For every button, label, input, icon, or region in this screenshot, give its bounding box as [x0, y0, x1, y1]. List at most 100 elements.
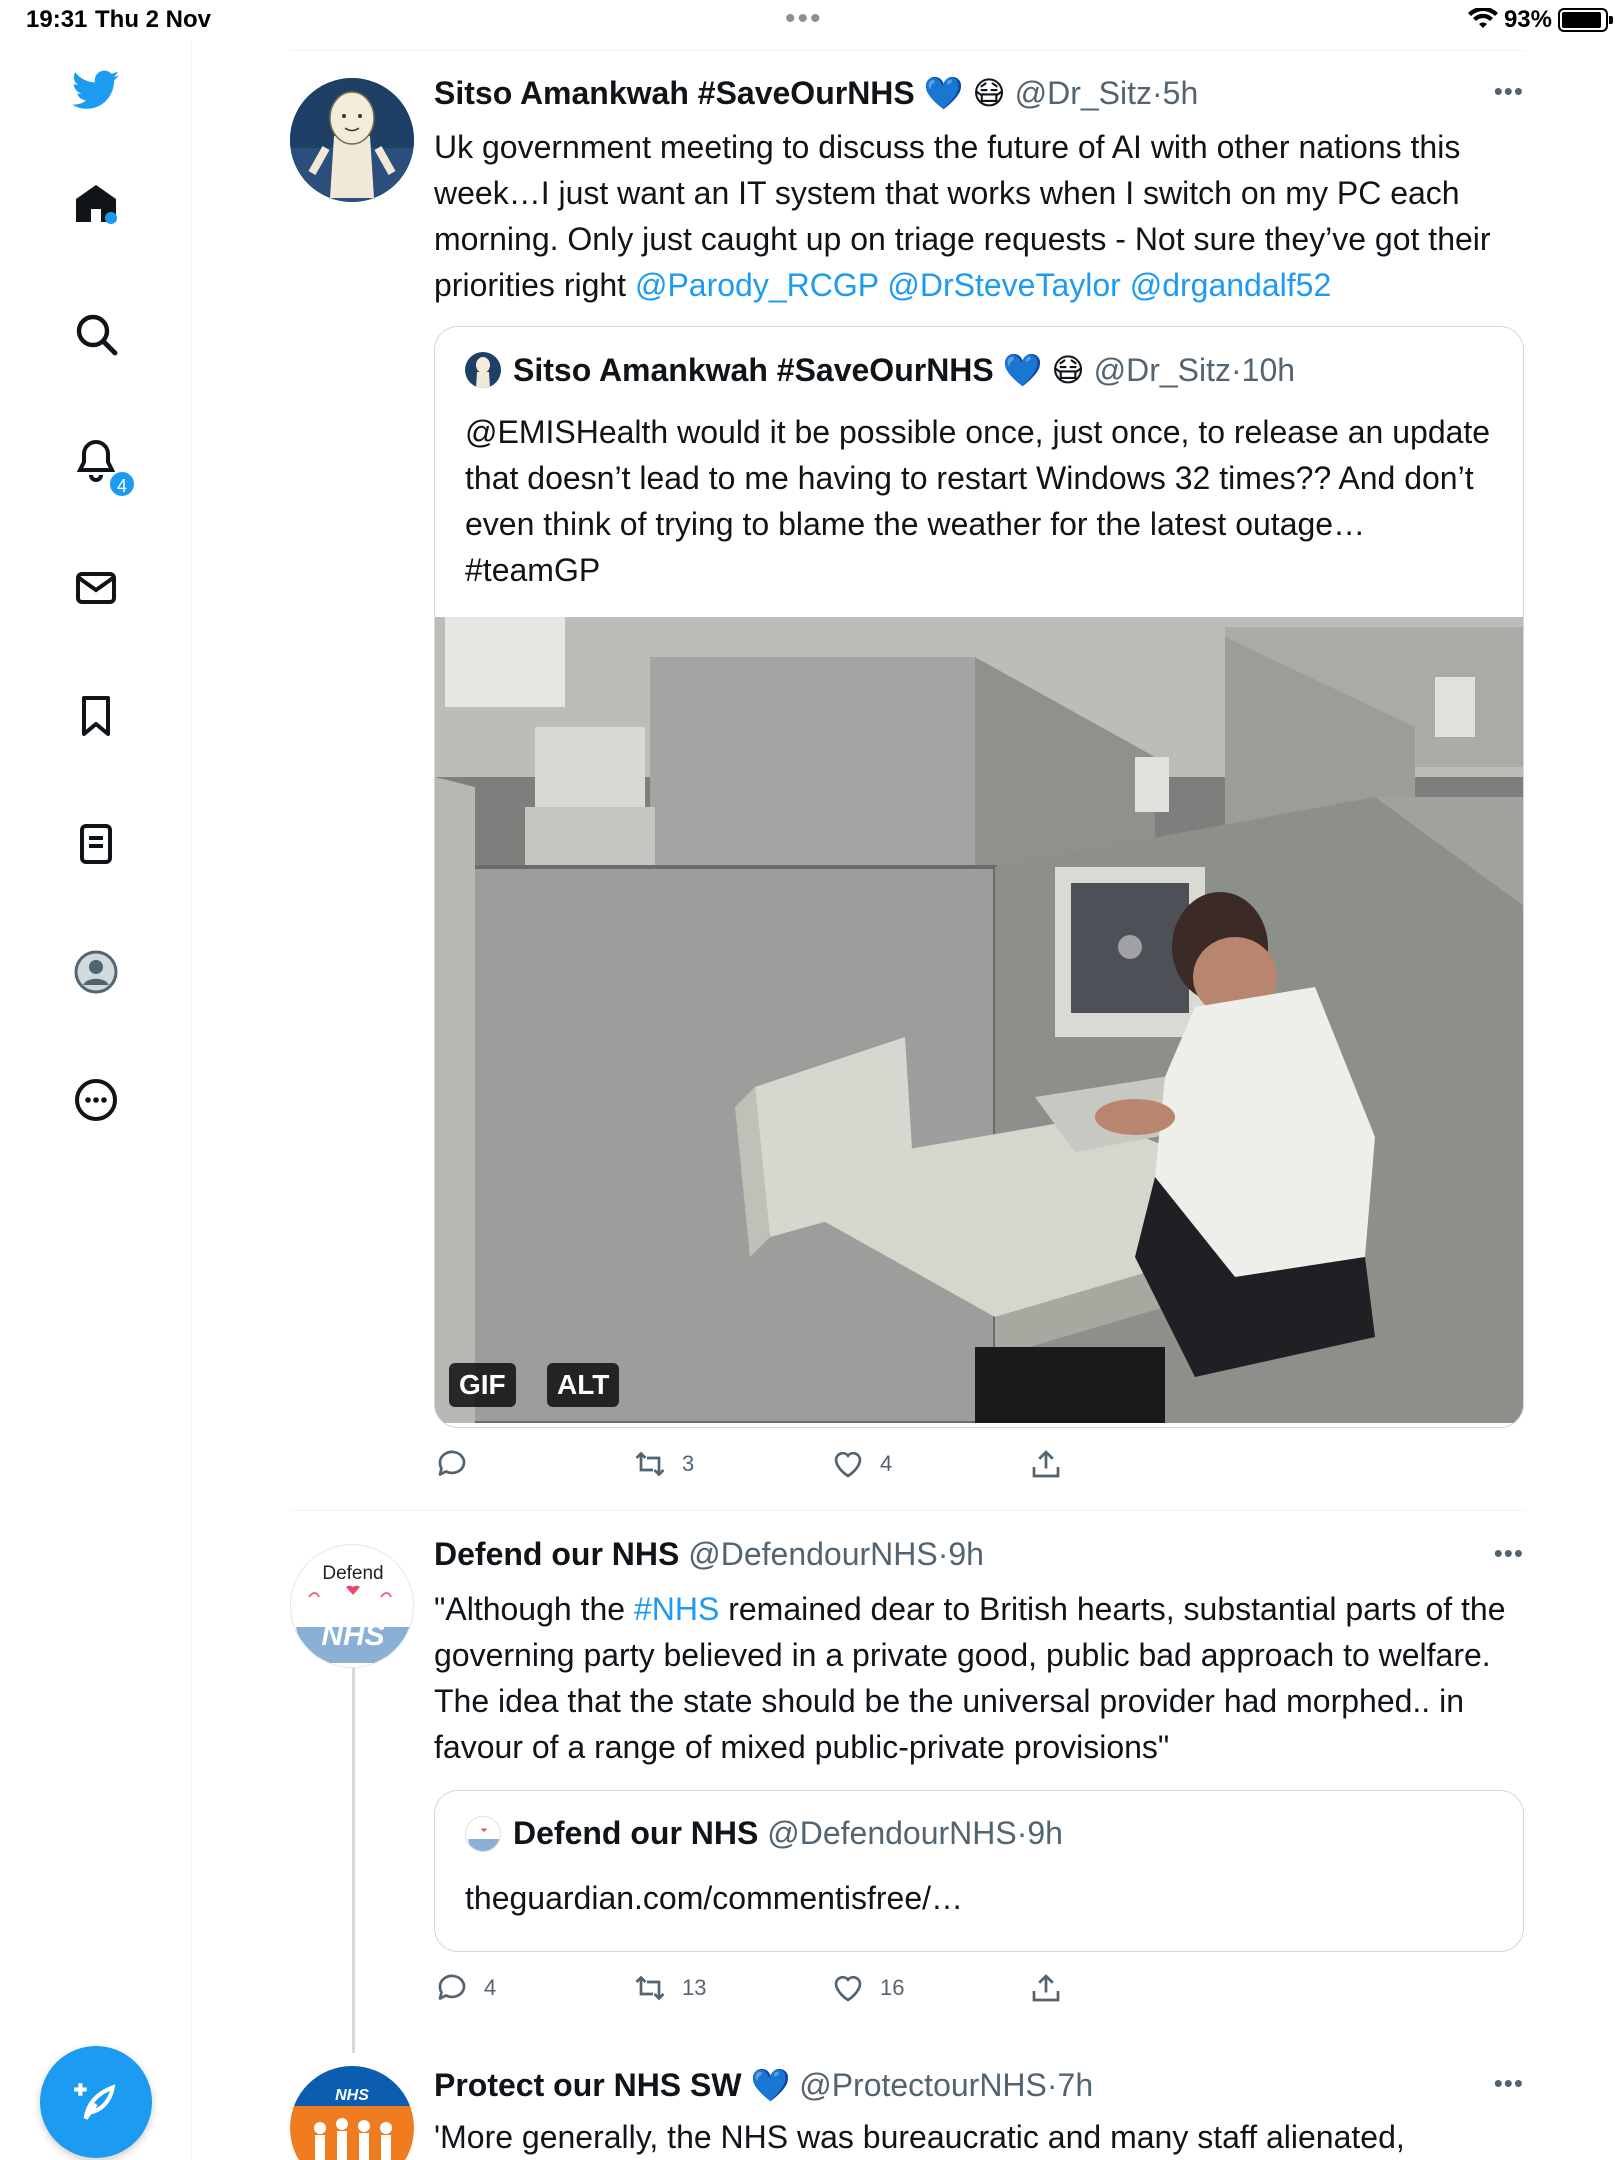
quoted-author-name: Sitso Amankwah #SaveOurNHS — [513, 351, 994, 388]
list-icon[interactable] — [66, 814, 126, 874]
reply-icon — [438, 1974, 466, 2000]
share-button[interactable] — [1028, 1970, 1064, 2006]
share-button[interactable] — [1028, 1446, 1064, 1482]
mention-link[interactable]: @Parody_RCGP — [635, 267, 879, 303]
separator: · — [937, 1536, 949, 1572]
reply-count: 4 — [484, 1975, 497, 2000]
quoted-tweet-header: Defend our NHS @DefendourNHS · 9h — [465, 1815, 1063, 1852]
retweet-icon — [635, 1975, 665, 2001]
compose-feather-icon — [74, 2083, 116, 2120]
alt-text-badge[interactable]: ALT — [547, 1363, 620, 1407]
more-options-icon[interactable]: ••• — [1494, 2068, 1524, 2099]
mask-emoji: 😷 — [972, 75, 1006, 111]
tweet-actions: 4 13 16 — [434, 1970, 1074, 2020]
verified-heart-emoji: 💙 — [750, 2067, 791, 2103]
avatar-text-our: our — [342, 1590, 365, 1606]
search-icon[interactable] — [66, 304, 126, 364]
retweet-icon — [635, 1451, 665, 1477]
mention-link[interactable]: @drgandalf52 — [1130, 267, 1332, 303]
gif-badge: GIF — [449, 1363, 516, 1407]
mention-link[interactable]: @DrSteveTaylor — [887, 267, 1120, 303]
wifi-icon — [1467, 8, 1498, 28]
timestamp[interactable]: 7h — [1058, 2067, 1094, 2103]
author-handle[interactable]: @DefendourNHS — [688, 1536, 937, 1572]
separator: · — [1046, 2067, 1058, 2103]
quoted-author-handle: @DefendourNHS — [767, 1815, 1017, 1851]
tweet-header: Defend our NHS @DefendourNHS·9h — [434, 1536, 984, 1573]
like-button[interactable]: 4 — [830, 1446, 892, 1482]
more-options-icon[interactable]: ••• — [1494, 1538, 1524, 1569]
tweet-text: "Although the #NHS remained dear to Brit… — [434, 1591, 1506, 1765]
retweet-button[interactable]: 3 — [632, 1446, 694, 1482]
status-time: 19:31 — [26, 6, 88, 33]
reply-button[interactable]: 4 — [434, 1970, 496, 2006]
quoted-tweet[interactable]: Defend our NHS @DefendourNHS · 9h theguard… — [434, 1790, 1524, 1952]
like-button[interactable]: 16 — [830, 1970, 904, 2006]
tweet-header: Protect our NHS SW 💙 @ProtectourNHS·7h — [434, 2066, 1093, 2104]
quoted-avatar — [465, 1815, 501, 1852]
battery-percent: 93% — [1503, 6, 1552, 33]
avatar[interactable]: Defend our NHS — [290, 1544, 414, 1668]
avatar[interactable]: NHS — [290, 2066, 414, 2160]
share-icon — [1032, 1974, 1060, 2002]
quoted-timestamp: 9h — [1027, 1815, 1063, 1851]
quoted-author-handle: @Dr_Sitz — [1093, 351, 1232, 388]
share-icon — [1032, 1450, 1060, 1478]
hashtag-link[interactable]: #NHS — [634, 1591, 719, 1627]
retweet-count: 13 — [682, 1975, 707, 2000]
tweet[interactable]: Sitso Amankwah #SaveOurNHS 💙 😷 @Dr_Sitz·… — [290, 50, 1524, 1510]
author-name[interactable]: Sitso Amankwah #SaveOurNHS — [434, 75, 915, 111]
status-date: Thu 2 Nov — [95, 6, 212, 33]
retweet-count: 3 — [682, 1451, 695, 1476]
reply-icon — [438, 1450, 466, 1476]
profile-icon[interactable] — [66, 942, 126, 1002]
author-handle[interactable]: @ProtectourNHS — [799, 2067, 1047, 2103]
more-icon[interactable] — [66, 1070, 126, 1130]
battery-icon — [1558, 8, 1613, 32]
home-icon[interactable] — [66, 174, 126, 234]
retweet-button[interactable]: 13 — [632, 1970, 706, 2006]
verified-heart-emoji: 💙 — [1002, 352, 1043, 388]
tweet-text: Uk government meeting to discuss the fut… — [434, 129, 1491, 303]
avatar[interactable] — [290, 78, 414, 202]
tweet[interactable]: NHS Protect our NHS SW 💙 @ProtectourNHS·… — [290, 2056, 1524, 2160]
separator: · — [1231, 351, 1242, 388]
tweet[interactable]: Defend our NHS Defend our NHS @Defendour… — [290, 1510, 1524, 2056]
separator: · — [1016, 1815, 1028, 1851]
author-name[interactable]: Defend our NHS — [434, 1536, 679, 1572]
twitter-logo-icon[interactable] — [66, 60, 126, 120]
quoted-gif-media[interactable]: GIF ALT — [435, 617, 1523, 1423]
quoted-author-name: Defend our NHS — [513, 1815, 759, 1851]
envelope-icon[interactable] — [66, 558, 126, 618]
separator: · — [1152, 75, 1163, 111]
avatar-text-nhs: NHS — [321, 1619, 384, 1652]
avatar-text-nhs: NHS — [335, 2087, 369, 2104]
like-count: 4 — [880, 1451, 893, 1476]
status-right: 93% — [1467, 6, 1613, 34]
like-count: 16 — [880, 1975, 905, 2000]
mask-emoji: 😷 — [1051, 352, 1085, 388]
notifications-badge: 4 — [108, 470, 136, 498]
author-name[interactable]: Protect our NHS SW — [434, 2067, 742, 2103]
author-handle[interactable]: @Dr_Sitz — [1015, 75, 1152, 111]
timestamp[interactable]: 5h — [1163, 75, 1199, 111]
tweet-actions: 3 4 — [434, 1446, 1074, 1496]
quoted-avatar — [465, 352, 501, 388]
compose-button[interactable] — [40, 2046, 152, 2158]
timestamp[interactable]: 9h — [948, 1536, 984, 1572]
tweet-text: 'More generally, the NHS was bureaucrati… — [434, 2119, 1405, 2155]
heart-icon — [834, 1451, 862, 1478]
home-unread-dot — [105, 212, 117, 224]
bookmark-icon[interactable] — [66, 686, 126, 746]
quoted-link-text[interactable]: theguardian.com/commentisfree/… — [465, 1875, 1495, 1921]
reply-button[interactable] — [434, 1446, 484, 1482]
heart-icon — [834, 1975, 862, 2002]
more-options-icon[interactable]: ••• — [1494, 76, 1524, 107]
quoted-tweet-header: Sitso Amankwah #SaveOurNHS 💙 😷 @Dr_Sitz ·… — [465, 351, 1295, 389]
tweet-header: Sitso Amankwah #SaveOurNHS 💙 😷 @Dr_Sitz·… — [434, 74, 1198, 112]
quoted-tweet[interactable]: Sitso Amankwah #SaveOurNHS 💙 😷 @Dr_Sitz ·… — [434, 326, 1524, 1428]
multitask-dots-icon[interactable]: ••• — [785, 2, 823, 36]
status-bar: 19:31 Thu 2 Nov ••• 93% — [0, 0, 1620, 40]
quoted-tweet-text: @EMISHealth would it be possible once, j… — [465, 414, 1491, 588]
sidebar: 4 — [0, 40, 192, 2160]
